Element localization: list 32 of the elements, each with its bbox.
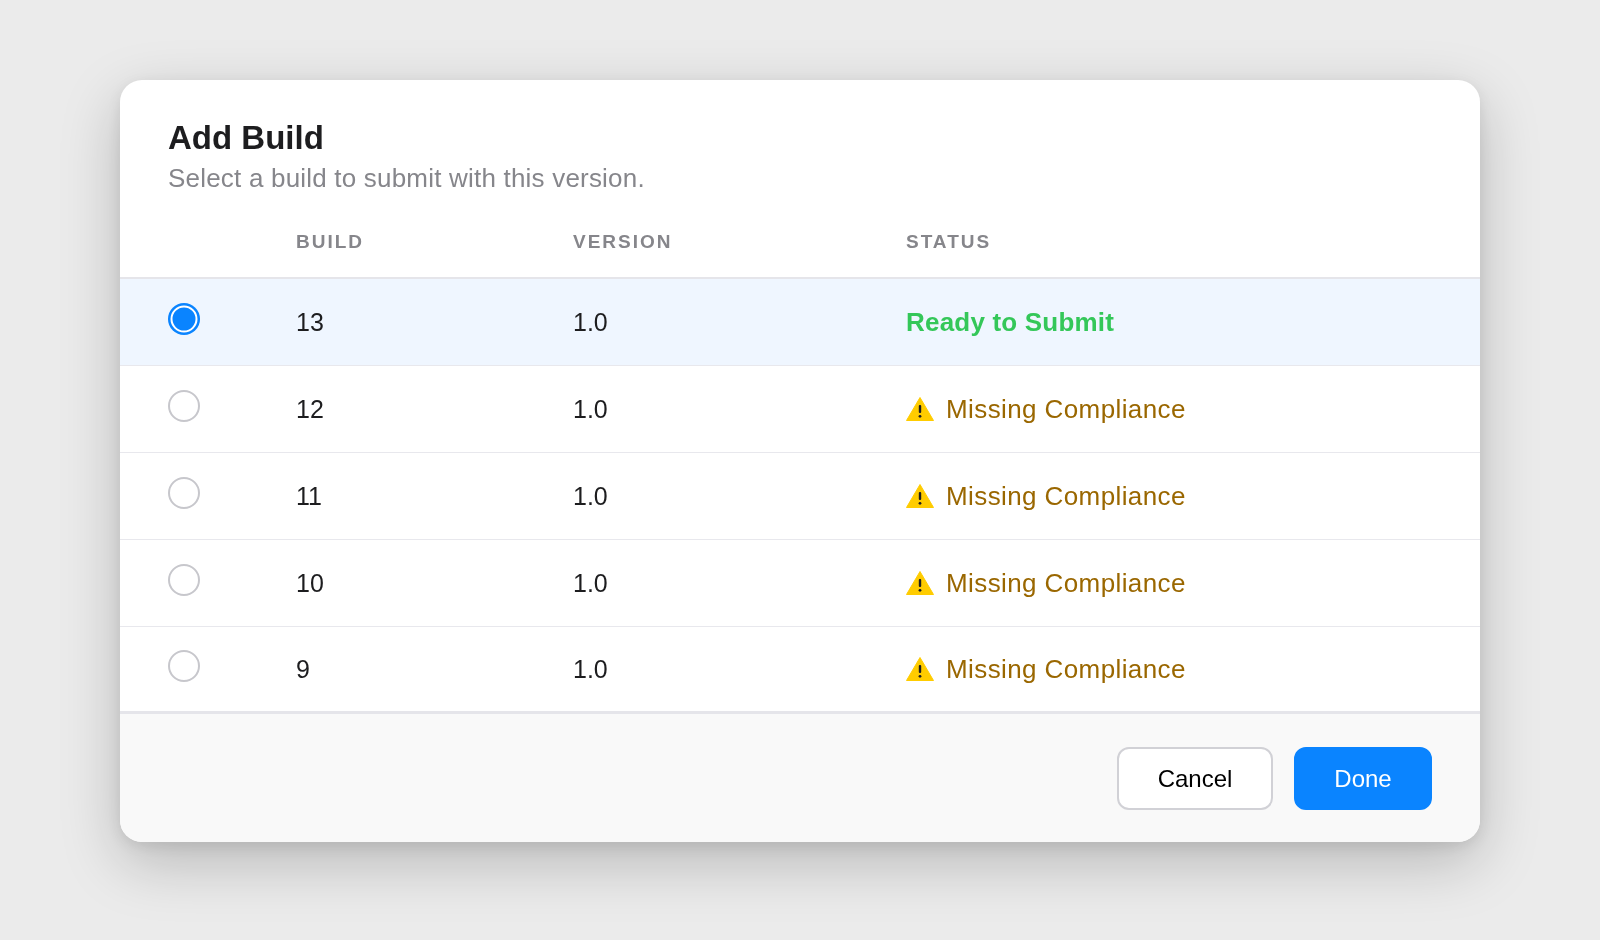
dialog-subtitle: Select a build to submit with this version. [168, 163, 646, 193]
build-number: 9 [296, 654, 310, 683]
version-number: 1.0 [573, 654, 608, 683]
warning-icon [906, 484, 934, 508]
column-header: VERSION [573, 231, 673, 252]
version-number: 1.0 [573, 481, 608, 510]
build-number: 10 [296, 568, 324, 597]
radio-button[interactable] [168, 477, 200, 509]
status-text: Ready to Submit [906, 307, 1115, 337]
radio-button[interactable] [168, 564, 200, 596]
radio-button[interactable] [168, 390, 200, 422]
radio-button[interactable] [168, 303, 200, 335]
column-header: BUILD [296, 231, 365, 252]
column-header: STATUS [906, 231, 992, 252]
status-text: Missing Compliance [946, 654, 1186, 684]
status-text: Missing Compliance [946, 481, 1186, 511]
build-number: 12 [296, 394, 324, 423]
version-number: 1.0 [573, 307, 608, 336]
radio-button[interactable] [168, 650, 200, 682]
warning-icon [906, 571, 934, 595]
done-button[interactable]: Done [1294, 747, 1432, 810]
build-number: 13 [296, 307, 324, 336]
selected-row-highlight[interactable]: 13 1.0 Ready to Submit [120, 279, 1480, 366]
build-number: 11 [296, 481, 322, 510]
status-text: Missing Compliance [946, 394, 1186, 424]
status-text: Missing Compliance [946, 568, 1186, 598]
warning-icon [906, 397, 934, 421]
dialog-title: Add Build [168, 119, 324, 157]
warning-icon [906, 657, 934, 681]
version-number: 1.0 [573, 568, 608, 597]
cancel-button[interactable]: Cancel [1117, 747, 1273, 810]
version-number: 1.0 [573, 394, 608, 423]
